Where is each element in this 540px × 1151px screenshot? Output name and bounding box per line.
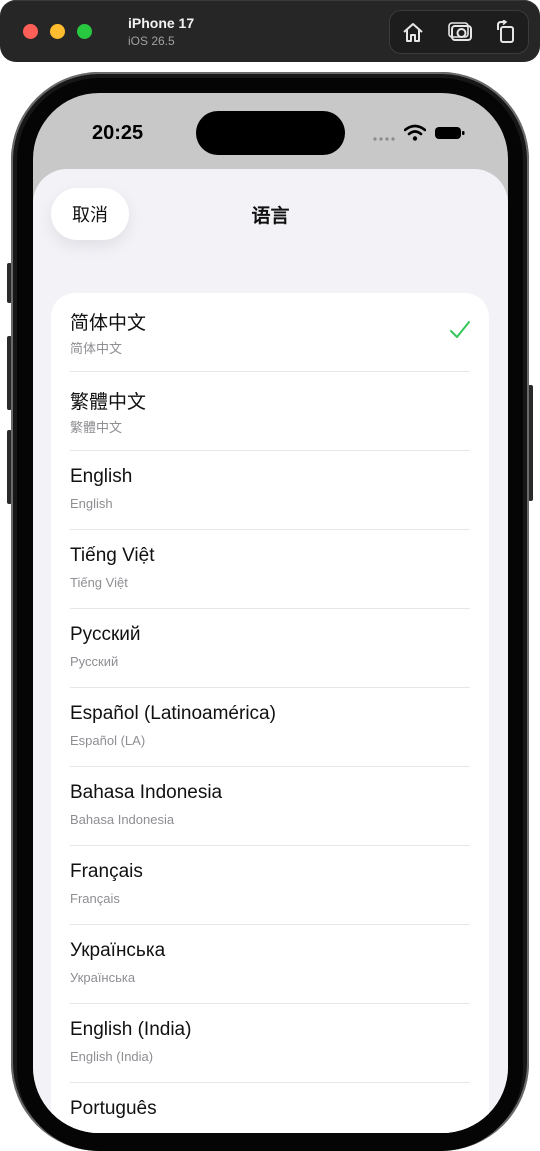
language-row[interactable]: Українська Українська <box>51 925 489 1004</box>
screenshot-icon <box>448 22 472 41</box>
language-name: Tiếng Việt <box>70 545 155 566</box>
home-icon <box>403 23 423 42</box>
language-row[interactable]: Русский Русский <box>51 609 489 688</box>
language-native-name: Українська <box>70 970 136 985</box>
language-row[interactable]: Português <box>51 1083 489 1133</box>
dynamic-island <box>196 111 345 155</box>
language-native-name: Bahasa Indonesia <box>70 812 175 827</box>
language-name: English (India) <box>70 1019 192 1040</box>
rotate-icon <box>497 20 514 43</box>
status-icons <box>373 123 473 143</box>
language-name: Español (Latinoamérica) <box>70 703 276 724</box>
language-row[interactable]: Bahasa Indonesia Bahasa Indonesia <box>51 767 489 846</box>
zoom-window-button[interactable] <box>77 24 92 39</box>
home-button[interactable] <box>400 20 426 44</box>
status-time: 20:25 <box>92 122 144 144</box>
language-name: 简体中文 <box>70 313 147 334</box>
battery-icon <box>435 127 465 139</box>
language-native-name: Русский <box>70 654 119 669</box>
language-row[interactable]: English (India) English (India) <box>51 1004 489 1083</box>
language-native-name: Français <box>70 891 120 906</box>
checkmark-icon <box>450 321 470 338</box>
cancel-button[interactable]: 取消 <box>51 188 129 240</box>
device-name: iPhone 17 <box>128 15 195 31</box>
language-sheet: 语言 取消 简体中文 简体中文 繁體中文 繁體中文 English English Tiến… <box>33 169 508 1133</box>
cellular-signal-icon <box>373 137 395 141</box>
language-native-name: English (India) <box>70 1049 154 1064</box>
toolbar-button-group <box>389 10 529 54</box>
screenshot-button[interactable] <box>448 20 474 44</box>
language-native-name: English <box>70 496 113 511</box>
wifi-icon <box>404 124 426 141</box>
language-row[interactable]: English English <box>51 451 489 530</box>
language-list: 简体中文 简体中文 繁體中文 繁體中文 English English Tiếng Việt… <box>51 293 489 1133</box>
language-native-name: Español (LA) <box>70 733 146 748</box>
language-native-name: 简体中文 <box>70 341 123 356</box>
phone-screen: 20:25 语言 取消 简体中文 简体中文 繁體中文 繁體中文 English Engli… <box>33 93 508 1133</box>
language-row[interactable]: 繁體中文 繁體中文 <box>51 372 489 451</box>
language-name: 繁體中文 <box>70 392 147 413</box>
language-row[interactable]: Tiếng Việt Tiếng Việt <box>51 530 489 609</box>
minimize-window-button[interactable] <box>50 24 65 39</box>
language-name: English <box>70 466 133 487</box>
language-native-name: Tiếng Việt <box>70 575 128 590</box>
language-name: Bahasa Indonesia <box>70 782 223 803</box>
language-name: Français <box>70 861 143 882</box>
os-version: iOS 26.5 <box>128 34 175 48</box>
language-name: Português <box>70 1098 157 1119</box>
close-window-button[interactable] <box>23 24 38 39</box>
language-name: Русский <box>70 624 141 645</box>
simulator-toolbar: iPhone 17 iOS 26.5 <box>0 0 540 62</box>
language-native-name: 繁體中文 <box>70 420 123 435</box>
language-name: Українська <box>70 940 166 961</box>
language-row[interactable]: Français Français <box>51 846 489 925</box>
rotate-button[interactable] <box>493 20 519 44</box>
language-row[interactable]: 简体中文 简体中文 <box>51 293 489 372</box>
language-row[interactable]: Español (Latinoamérica) Español (LA) <box>51 688 489 767</box>
